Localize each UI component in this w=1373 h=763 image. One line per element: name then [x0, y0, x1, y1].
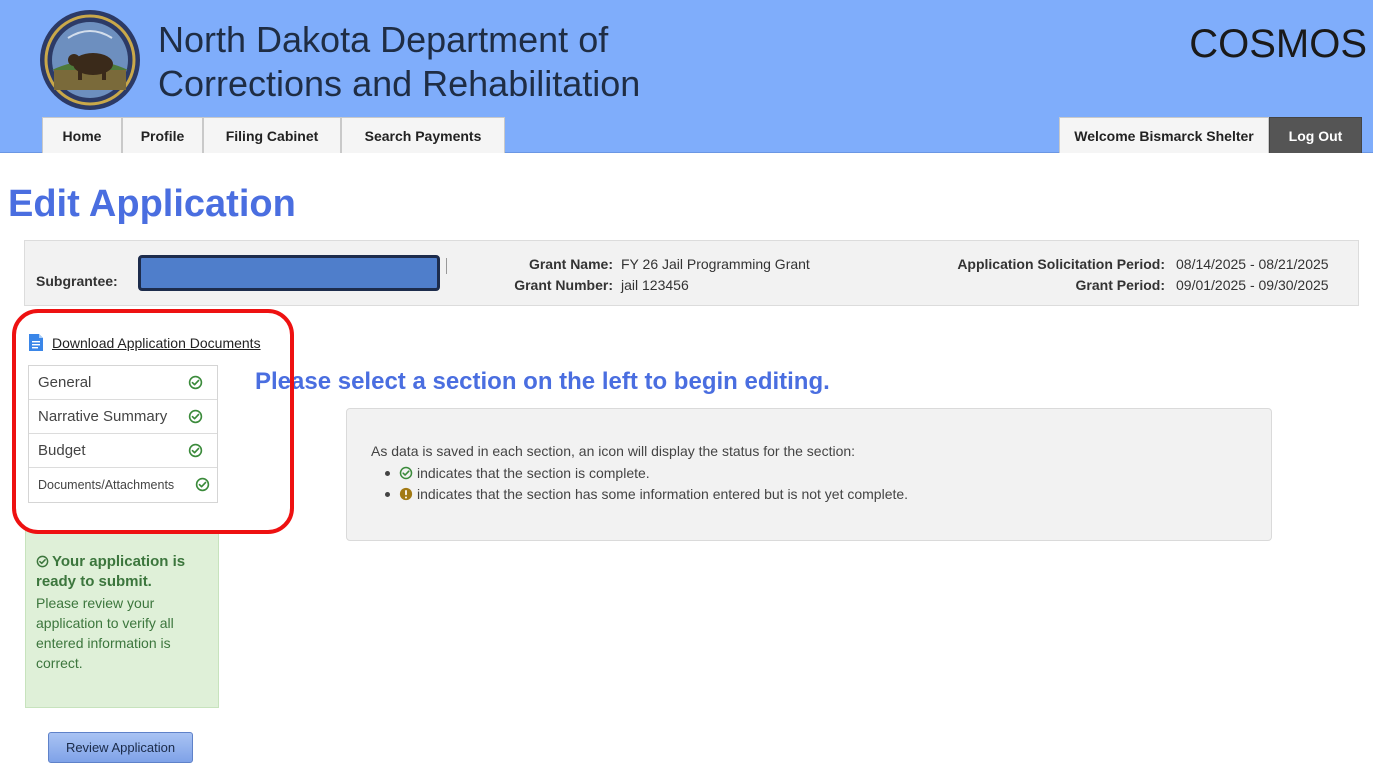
agency-name-line2: Corrections and Rehabilitation: [158, 63, 641, 104]
solicitation-period-value: 08/14/2025 - 08/21/2025: [1176, 256, 1329, 272]
bullet: [385, 470, 390, 476]
agency-name-line1: North Dakota Department of: [158, 19, 609, 60]
redaction-edge: [443, 258, 447, 274]
ready-to-submit-panel: Your application is ready to submit. Ple…: [25, 530, 219, 708]
status-incomplete-line: indicates that the section has some info…: [385, 486, 908, 502]
check-circle-icon: [195, 477, 210, 492]
exclamation-circle-icon: [399, 487, 413, 501]
status-complete-text: indicates that the section is complete.: [417, 465, 650, 481]
section-item-budget[interactable]: Budget: [29, 434, 217, 468]
grant-period-label: Grant Period:: [1075, 277, 1165, 293]
redaction-box: [138, 255, 440, 291]
tab-filing-cabinet[interactable]: Filing Cabinet: [203, 117, 341, 153]
logout-button[interactable]: Log Out: [1269, 117, 1362, 153]
status-incomplete-text: indicates that the section has some info…: [417, 486, 909, 502]
welcome-user: Welcome Bismarck Shelter: [1059, 117, 1269, 153]
document-icon: [29, 334, 43, 351]
grant-name-label: Grant Name:: [528, 256, 613, 272]
tab-search-payments[interactable]: Search Payments: [341, 117, 505, 153]
grant-period-value: 09/01/2025 - 09/30/2025: [1176, 277, 1329, 293]
app-name: COSMOS: [1189, 22, 1367, 66]
grant-number-label: Grant Number:: [514, 277, 613, 293]
status-legend-box: As data is saved in each section, an ico…: [346, 408, 1272, 541]
section-item-label: Budget: [38, 442, 86, 459]
tab-profile[interactable]: Profile: [122, 117, 203, 153]
check-circle-icon: [188, 375, 203, 390]
subgrantee-label: Subgrantee:: [36, 273, 118, 289]
check-circle-icon: [188, 443, 203, 458]
section-item-narrative-summary[interactable]: Narrative Summary: [29, 400, 217, 434]
status-complete-line: indicates that the section is complete.: [385, 465, 650, 481]
check-circle-icon: [399, 466, 413, 480]
download-application-documents-link[interactable]: Download Application Documents: [28, 333, 261, 352]
state-seal-icon: [40, 10, 140, 110]
review-application-button[interactable]: Review Application: [48, 732, 193, 763]
download-link-label: Download Application Documents: [52, 334, 261, 351]
tab-home[interactable]: Home: [42, 117, 122, 153]
bullet: [385, 491, 390, 497]
section-menu: General Narrative Summary Budget Documen…: [28, 365, 218, 503]
check-circle-icon: [188, 409, 203, 424]
solicitation-period-label: Application Solicitation Period:: [957, 256, 1165, 272]
status-intro-text: As data is saved in each section, an ico…: [371, 443, 856, 459]
section-item-general[interactable]: General: [29, 366, 217, 400]
agency-name: North Dakota Department of Corrections a…: [158, 18, 640, 106]
section-item-documents-attachments[interactable]: Documents/Attachments: [29, 468, 217, 502]
section-item-label: General: [38, 374, 92, 391]
section-item-label: Narrative Summary: [38, 408, 168, 425]
select-section-prompt: Please select a section on the left to b…: [255, 368, 830, 395]
section-item-label: Documents/Attachments: [38, 478, 175, 492]
check-circle-icon: [36, 555, 49, 568]
ready-description: Please review your application to verify…: [36, 595, 174, 671]
page-title: Edit Application: [8, 183, 296, 225]
ready-title: Your application is ready to submit.: [36, 552, 208, 592]
ready-title-text: Your application is ready to submit.: [36, 553, 186, 590]
grant-number-value: jail 123456: [621, 277, 689, 293]
grant-name-value: FY 26 Jail Programming Grant: [621, 256, 810, 272]
